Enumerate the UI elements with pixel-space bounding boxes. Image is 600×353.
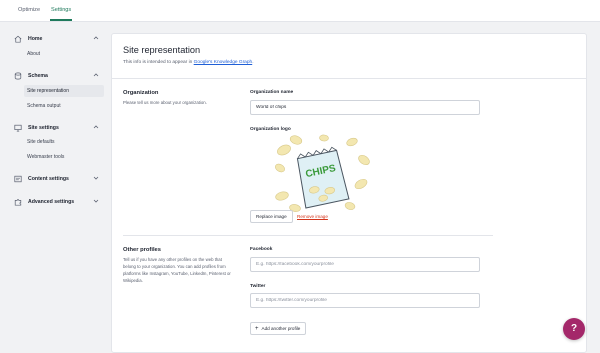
chevron-up-icon	[93, 73, 99, 77]
tab-settings[interactable]: Settings	[51, 7, 71, 13]
active-tab-indicator	[50, 19, 72, 21]
other-profiles-section-title: Other profiles	[123, 247, 162, 253]
help-button[interactable]: ?	[563, 318, 585, 340]
monitor-icon	[14, 124, 22, 132]
chevron-down-icon	[93, 199, 99, 203]
organization-section-title: Organization	[123, 90, 159, 96]
database-icon	[14, 72, 22, 80]
sidebar-item-webmaster-tools[interactable]: Webmaster tools	[24, 151, 104, 163]
replace-image-button[interactable]: Replace image	[250, 210, 293, 223]
sidebar-group-label: Schema	[28, 73, 48, 79]
twitter-profile-input[interactable]	[250, 293, 480, 308]
twitter-label: Twitter	[250, 284, 266, 289]
organization-name-input[interactable]	[250, 100, 480, 115]
subtitle-text: This info is intended to appear in	[123, 60, 194, 65]
sliders-icon	[14, 175, 22, 183]
home-icon	[14, 35, 22, 43]
tab-optimize[interactable]: Optimize	[18, 7, 40, 13]
organization-name-label: Organization name	[250, 90, 294, 95]
header-divider	[112, 78, 586, 79]
organization-logo-label: Organization logo	[250, 127, 291, 132]
chevron-up-icon	[93, 125, 99, 129]
sidebar-group-label: Advanced settings	[28, 199, 75, 205]
sidebar-item-about[interactable]: About	[24, 48, 104, 60]
organization-logo-image: CHIPS	[275, 134, 370, 212]
remove-image-link[interactable]: Remove image	[297, 214, 328, 219]
add-another-profile-button[interactable]: + Add another profile	[250, 322, 307, 335]
sidebar-group-label: Content settings	[28, 176, 69, 182]
chevron-up-icon	[93, 36, 99, 40]
top-navigation: Optimize Settings	[0, 0, 600, 22]
page-title: Site representation	[123, 45, 201, 55]
other-profiles-section-description: Tell us if you have any other profiles o…	[123, 257, 231, 283]
plus-icon: +	[255, 326, 259, 332]
knowledge-graph-link[interactable]: Google's Knowledge Graph	[194, 60, 253, 65]
sidebar-group-label: Home	[28, 36, 43, 42]
organization-section-description: Please tell us more about your organizat…	[123, 100, 207, 105]
chevron-down-icon	[93, 176, 99, 180]
facebook-profile-input[interactable]	[250, 257, 480, 272]
puzzle-icon	[14, 199, 22, 206]
page-subtitle: This info is intended to appear in Googl…	[123, 60, 254, 65]
sidebar-item-site-defaults[interactable]: Site defaults	[24, 136, 104, 148]
sidebar-item-schema-output[interactable]: Schema output	[24, 100, 104, 112]
facebook-label: Facebook	[250, 247, 273, 252]
site-representation-card: Site representation This info is intende…	[111, 33, 587, 353]
sidebar-group-label: Site settings	[28, 125, 59, 131]
sidebar-item-site-representation[interactable]: Site representation	[24, 85, 104, 97]
section-divider	[123, 235, 493, 236]
sidebar: Home About Schema Site representation Sc…	[0, 22, 106, 353]
add-another-profile-label: Add another profile	[261, 326, 301, 331]
subtitle-period: .	[252, 60, 254, 65]
